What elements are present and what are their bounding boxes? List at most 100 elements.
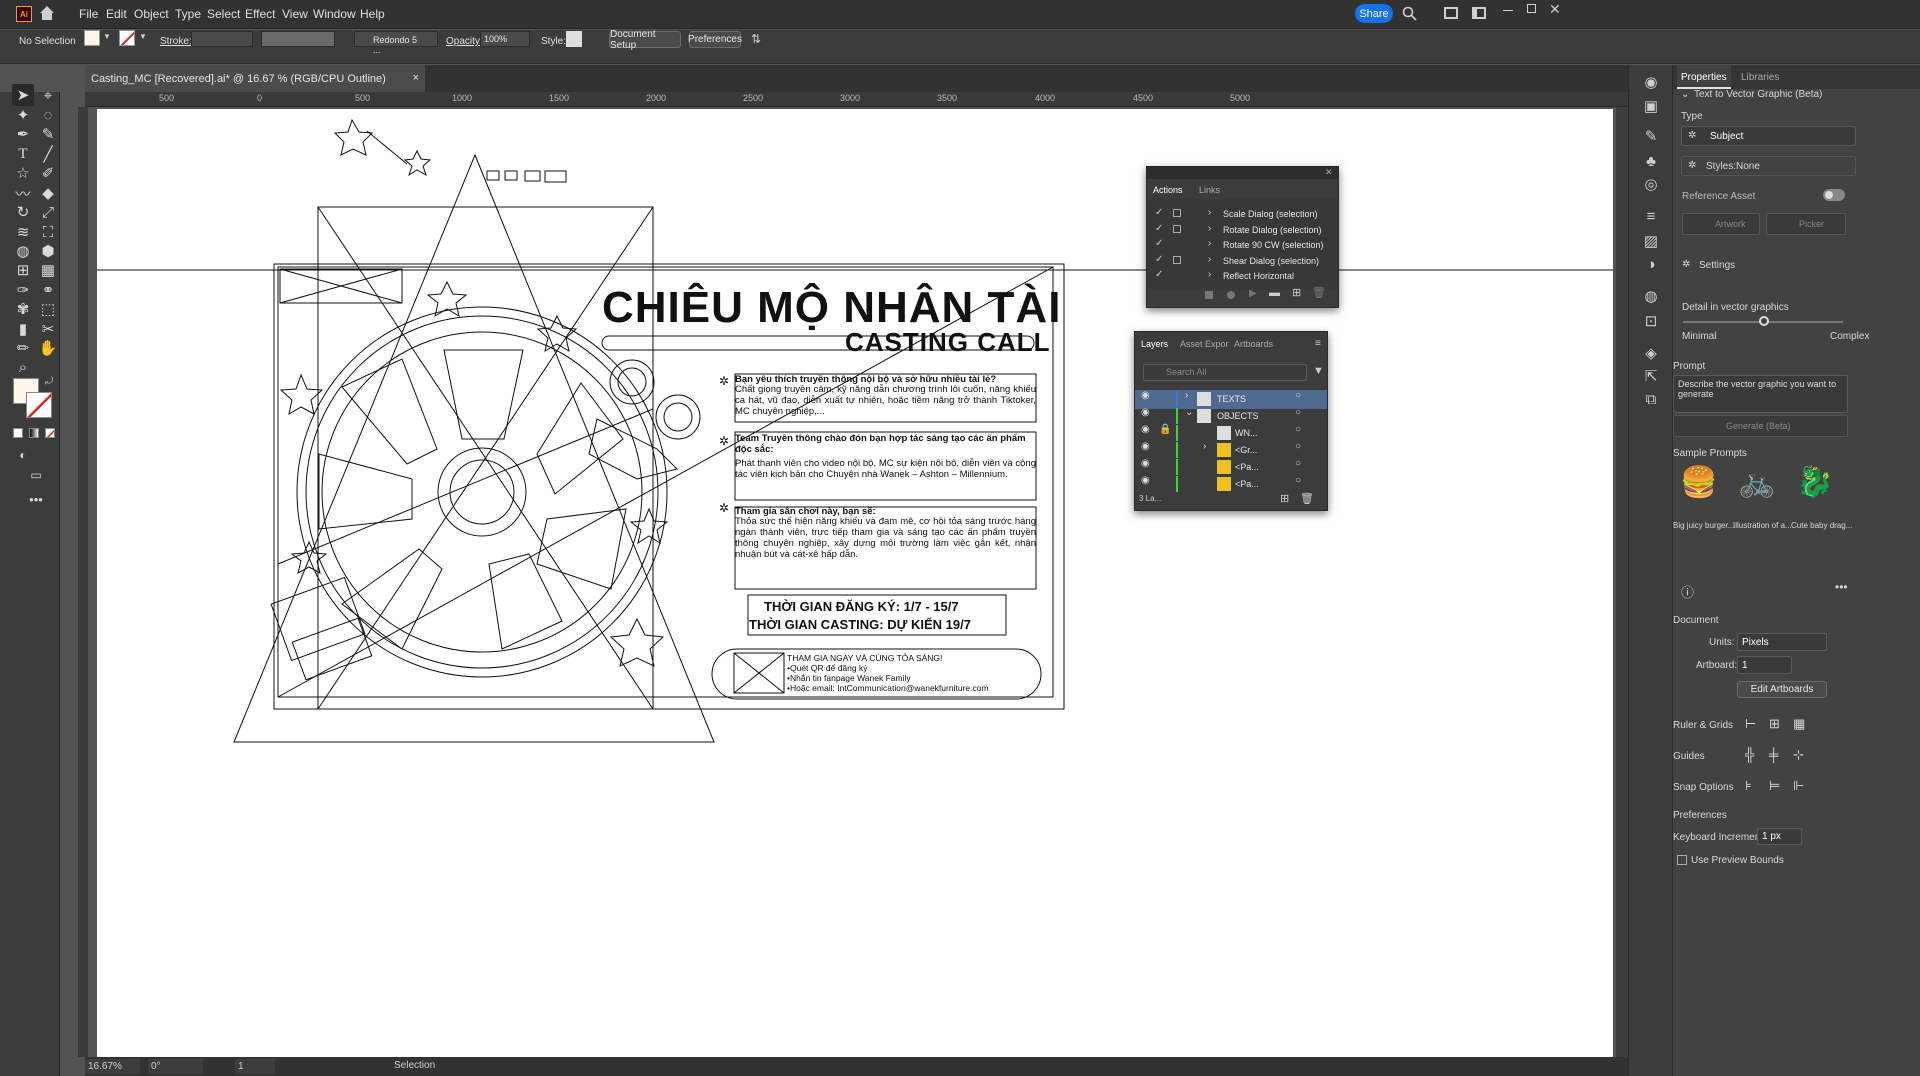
artboard-dropdown[interactable]: 1	[1737, 656, 1792, 674]
export-icon[interactable]: ⇱	[1640, 365, 1662, 387]
paintbrush-tool-icon[interactable]: ✐	[37, 162, 59, 184]
grid-icon[interactable]: ⊞	[1769, 716, 1780, 732]
rulers-icon[interactable]: ⊢	[1745, 716, 1756, 732]
graphic-styles-icon[interactable]: ◎	[1640, 173, 1662, 195]
variable-width-field[interactable]	[261, 31, 335, 47]
new-layer-icon[interactable]: ⊞	[1280, 492, 1289, 505]
transparency-grid-icon[interactable]: ▦	[1793, 716, 1805, 732]
canvas[interactable]: CHIÊU MỘ NHÂN TÀI CASTING CALL ✲ Bạn yêu…	[88, 107, 1616, 1057]
screen-mode-icon[interactable]: ▭	[25, 464, 47, 486]
symbols-icon[interactable]: ♣	[1640, 150, 1662, 172]
color-mode-icon[interactable]	[13, 428, 23, 438]
chevron-down-icon[interactable]: ▼	[139, 32, 147, 41]
menu-select[interactable]: Select	[207, 7, 240, 21]
artboard-navigator[interactable]: 1	[235, 1059, 275, 1074]
gradient-icon[interactable]: ▨	[1640, 230, 1662, 252]
chevron-down-icon[interactable]: ⌄	[1681, 89, 1689, 100]
bicycle-sample-image[interactable]: 🚲	[1733, 465, 1781, 505]
smart-guides-icon[interactable]: ⊹	[1793, 747, 1804, 763]
snap-grid-icon[interactable]: ⊨	[1769, 778, 1780, 794]
stroke-color-icon[interactable]	[26, 392, 52, 418]
gradient-tool-icon[interactable]: ▦	[37, 259, 59, 281]
search-icon[interactable]	[1402, 6, 1418, 22]
reference-asset-toggle[interactable]	[1823, 189, 1845, 201]
prompt-input[interactable]: Describe the vector graphic you want to …	[1673, 375, 1848, 413]
restore-icon[interactable]	[1527, 4, 1536, 13]
direct-selection-tool-icon[interactable]: ⌖	[37, 84, 59, 106]
tab-artboards[interactable]: Artboards	[1231, 332, 1276, 356]
show-guides-icon[interactable]: ╬	[1745, 747, 1754, 762]
more-tools-icon[interactable]: •••	[25, 488, 47, 510]
tab-links[interactable]: Links	[1193, 179, 1226, 199]
drawing-mode-icon[interactable]: ◐	[12, 444, 34, 466]
zoom-tool-icon[interactable]: ⌕	[12, 356, 34, 378]
tab-properties[interactable]: Properties	[1677, 65, 1731, 89]
artboards-icon[interactable]: ⧉	[1640, 388, 1662, 410]
style-swatch[interactable]	[566, 31, 582, 47]
more-options-icon[interactable]: •••	[1835, 580, 1848, 594]
artwork-button[interactable]: Artwork	[1682, 213, 1760, 235]
lock-guides-icon[interactable]: ╪	[1769, 747, 1778, 762]
close-tab-icon[interactable]: ×	[413, 72, 419, 84]
tab-asset-export[interactable]: Asset Expor	[1177, 332, 1232, 356]
styles-dropdown[interactable]: ✲ Styles: None	[1681, 156, 1856, 176]
swatches-icon[interactable]: ▣	[1640, 95, 1662, 117]
stroke-label[interactable]: Stroke:	[160, 36, 192, 47]
close-window-icon[interactable]: ✕	[1549, 1, 1561, 18]
artboard[interactable]: CHIÊU MỘ NHÂN TÀI CASTING CALL ✲ Bạn yêu…	[97, 109, 1613, 1057]
new-action-icon[interactable]: ⊞	[1292, 286, 1301, 299]
detail-slider-thumb[interactable]	[1759, 316, 1769, 326]
star-tool-icon[interactable]: ☆	[12, 162, 34, 184]
fill-swatch[interactable]	[84, 30, 100, 46]
swap-colors-icon[interactable]: ⤾	[45, 376, 53, 387]
menu-view[interactable]: View	[282, 7, 308, 21]
artboard-tool-icon[interactable]: ⬚	[37, 298, 59, 320]
preview-bounds-checkbox[interactable]	[1677, 855, 1687, 865]
dragon-sample-image[interactable]: 🐉	[1791, 465, 1839, 505]
panel-menu-icon[interactable]: ≡	[1315, 338, 1321, 349]
units-dropdown[interactable]: Pixels	[1737, 633, 1827, 651]
tab-libraries[interactable]: Libraries	[1737, 65, 1783, 89]
generate-button[interactable]: Generate (Beta)	[1673, 415, 1848, 437]
snap-pixel-icon[interactable]: ⊩	[1793, 778, 1804, 794]
pen-tool-icon[interactable]: ✒	[12, 123, 34, 145]
stroke-swatch[interactable]	[119, 30, 135, 46]
burger-sample-image[interactable]: 🍔	[1675, 465, 1723, 505]
edit-artboards-button[interactable]: Edit Artboards	[1737, 681, 1827, 698]
opacity-label[interactable]: Opacity:	[446, 36, 483, 47]
curvature-tool-icon[interactable]: ✎	[37, 123, 59, 145]
settings-label[interactable]: Settings	[1699, 260, 1735, 271]
filter-icon[interactable]: ▼	[1313, 365, 1324, 377]
stroke-icon[interactable]: ≡	[1640, 205, 1662, 227]
close-icon[interactable]: ✕	[1325, 167, 1333, 178]
share-button[interactable]: Share	[1355, 4, 1393, 23]
record-icon[interactable]	[1227, 291, 1235, 299]
document-tab[interactable]: Casting_MC [Recovered].ai* @ 16.67 % (RG…	[85, 65, 425, 92]
menu-edit[interactable]: Edit	[106, 7, 127, 21]
menu-object[interactable]: Object	[134, 7, 169, 21]
type-dropdown[interactable]: ✲ Subject	[1681, 126, 1856, 146]
menu-effect[interactable]: Effect	[245, 7, 275, 21]
align-icon[interactable]: ⊡	[1640, 310, 1662, 332]
arrange-icon[interactable]: ⇅	[751, 32, 761, 46]
appearance-icon[interactable]: ◍	[1640, 285, 1662, 307]
mesh-tool-icon[interactable]: ⊞	[12, 259, 34, 281]
document-setup-button[interactable]: Document Setup	[609, 29, 681, 51]
action-row[interactable]: ✓ › Reflect Horizontal	[1147, 269, 1338, 288]
chevron-down-icon[interactable]: ▼	[103, 32, 111, 41]
folder-icon[interactable]: ▬	[1269, 287, 1280, 299]
layers-icon[interactable]: ◈	[1640, 342, 1662, 364]
delete-icon[interactable]: 🗑	[1312, 286, 1326, 299]
vertical-scrollbar[interactable]	[1616, 107, 1628, 1057]
rotate-tool-icon[interactable]: ↻	[12, 201, 34, 223]
info-icon[interactable]: ⓘ	[1681, 582, 1694, 601]
workspace-icon[interactable]	[1472, 7, 1486, 19]
layer-row-sublayer[interactable]: ◉ <Pa... ○	[1135, 475, 1327, 494]
tab-actions[interactable]: Actions	[1147, 179, 1191, 199]
tab-layers[interactable]: Layers	[1135, 332, 1173, 356]
menu-window[interactable]: Window	[313, 7, 356, 21]
gradient-mode-icon[interactable]	[29, 428, 39, 438]
menu-type[interactable]: Type	[175, 7, 201, 21]
snap-point-icon[interactable]: ⊧	[1745, 778, 1752, 794]
layers-search-input[interactable]: Search All	[1143, 364, 1307, 381]
